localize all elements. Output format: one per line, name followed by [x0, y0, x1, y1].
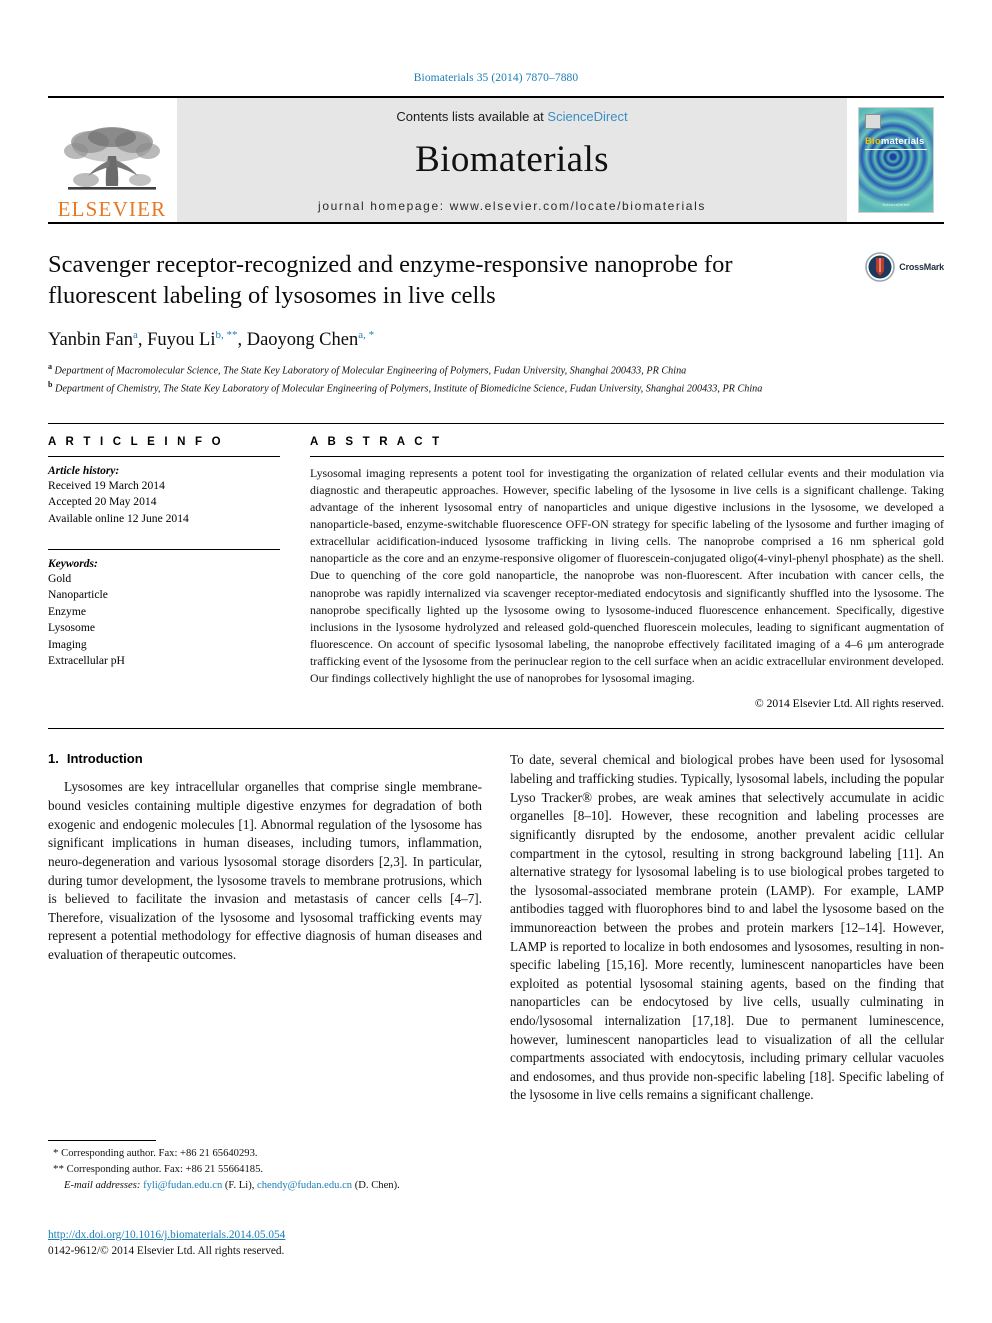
affiliation-b-mark: b — [48, 379, 53, 389]
contents-available-line: Contents lists available at ScienceDirec… — [396, 109, 627, 124]
affiliation-b-text: Department of Chemistry, The State Key L… — [55, 383, 763, 395]
journal-homepage-line[interactable]: journal homepage: www.elsevier.com/locat… — [318, 199, 706, 213]
cover-title-bio: Bio — [865, 136, 881, 147]
body-column-right: To date, several chemical and biological… — [510, 751, 944, 1105]
body-paragraph-2: To date, several chemical and biological… — [510, 752, 944, 1103]
footnote-corresponding-2: ** Corresponding author. Fax: +86 21 556… — [48, 1162, 478, 1178]
keywords-label: Keywords: — [48, 557, 98, 570]
elsevier-wordmark: ELSEVIER — [57, 197, 167, 221]
author-list: Yanbin Fana, Fuyou Lib, **, Daoyong Chen… — [48, 328, 375, 350]
footnote-corresponding-1: * Corresponding author. Fax: +86 21 6564… — [48, 1146, 478, 1162]
section-heading-introduction: 1. Introduction — [48, 751, 482, 766]
journal-cover-image: Biomaterials ScienceDirect — [858, 107, 934, 213]
body-columns: 1. Introduction Lysosomes are key intrace… — [48, 751, 944, 1105]
issn-copyright-line: 0142-9612/© 2014 Elsevier Ltd. All right… — [48, 1244, 285, 1257]
section-number: 1. — [48, 751, 59, 767]
article-title: Scavenger receptor-recognized and enzyme… — [48, 251, 733, 309]
cover-title: Biomaterials — [865, 136, 924, 147]
contents-prefix: Contents lists available at — [396, 108, 548, 124]
affiliation-list: a Department of Macromolecular Science, … — [48, 361, 944, 397]
keyword-item: Extracellular pH — [48, 654, 125, 668]
article-history-label: Article history: — [48, 464, 120, 477]
abstract-copyright: © 2014 Elsevier Ltd. All rights reserved… — [754, 697, 944, 711]
journal-cover-thumbnail: Biomaterials ScienceDirect — [848, 98, 944, 222]
keyword-item: Lysosome — [48, 621, 96, 635]
elsevier-tree-icon — [64, 127, 160, 190]
email-owner-2: (D. Chen). — [354, 1179, 400, 1191]
abstract-column: A B S T R A C T Lysosomal imaging repres… — [310, 435, 944, 711]
keyword-item: Gold — [48, 571, 72, 585]
section-title: Introduction — [66, 751, 143, 767]
author-3-name: Daoyong Chen — [246, 329, 359, 350]
keywords-rule — [48, 548, 280, 550]
cover-rule — [865, 149, 927, 150]
body-column-left: 1. Introduction Lysosomes are key intrace… — [48, 751, 482, 1105]
article-info-rule-top — [48, 455, 280, 457]
title-block: Scavenger receptor-recognized and enzyme… — [48, 250, 944, 397]
sciencedirect-link[interactable]: ScienceDirect — [547, 109, 627, 124]
doi-link[interactable]: http://dx.doi.org/10.1016/j.biomaterials… — [48, 1228, 478, 1244]
email-owner-1: (F. Li), — [224, 1179, 255, 1191]
history-accepted: Accepted 20 May 2014 — [48, 495, 157, 509]
author-2-marks[interactable]: b, ** — [215, 329, 237, 341]
affiliation-a-text: Department of Macromolecular Science, Th… — [54, 365, 687, 377]
crossmark-icon — [865, 252, 896, 282]
cover-title-rest: materials — [880, 136, 925, 147]
running-head: Biomaterials 35 (2014) 7870–7880 — [413, 72, 579, 84]
keyword-item: Enzyme — [48, 604, 86, 618]
footnote-marker-single-star: * — [53, 1147, 59, 1159]
author-2-name: Fuyou Li — [147, 329, 216, 350]
footnote-block: * Corresponding author. Fax: +86 21 6564… — [48, 1140, 478, 1193]
crossmark-badge[interactable]: CrossMark — [865, 252, 944, 282]
cover-footer-text: ScienceDirect — [882, 202, 910, 207]
history-online: Available online 12 June 2014 — [48, 511, 189, 525]
author-1-marks[interactable]: a — [133, 329, 138, 341]
affiliation-a: a Department of Macromolecular Science, … — [48, 361, 944, 379]
journal-title: Biomaterials — [415, 138, 609, 180]
abstract-rule-top — [310, 455, 944, 457]
crossmark-label: CrossMark — [899, 262, 944, 272]
footnote-corresponding-2-text: Corresponding author. Fax: +86 21 556641… — [66, 1163, 264, 1175]
email-link-2[interactable]: chendy@fudan.edu.cn — [257, 1180, 352, 1191]
email-addresses-label: E-mail addresses: — [64, 1179, 141, 1191]
journal-masthead: ELSEVIER Contents lists available at Sci… — [48, 96, 944, 224]
footnote-marker-double-star: ** — [53, 1162, 64, 1175]
abstract-bottom-rule — [48, 728, 944, 730]
keyword-item: Nanoparticle — [48, 588, 108, 602]
masthead-center: Contents lists available at ScienceDirec… — [176, 98, 848, 222]
footnote-rule — [48, 1140, 156, 1141]
elsevier-logo: ELSEVIER — [48, 98, 176, 222]
footer-doi-block: http://dx.doi.org/10.1016/j.biomaterials… — [48, 1228, 478, 1260]
article-info-column: A R T I C L E I N F O Article history: R… — [48, 436, 280, 711]
abstract-heading: A B S T R A C T — [310, 435, 443, 448]
affiliation-a-mark: a — [48, 361, 52, 371]
history-received: Received 19 March 2014 — [48, 478, 165, 492]
footnote-emails: E-mail addresses: fyli@fudan.edu.cn (F. … — [48, 1178, 478, 1193]
footnote-corresponding-1-text: Corresponding author. Fax: +86 21 656402… — [61, 1148, 258, 1159]
email-link-1[interactable]: fyli@fudan.edu.cn — [143, 1180, 222, 1191]
abstract-text: Lysosomal imaging represents a potent to… — [310, 465, 944, 686]
journal-article-page: Biomaterials 35 (2014) 7870–7880 ELSEVIE… — [0, 0, 992, 1323]
keyword-item: Imaging — [48, 637, 87, 651]
affiliation-b: b Department of Chemistry, The State Key… — [48, 379, 944, 397]
article-info-heading: A R T I C L E I N F O — [48, 435, 224, 448]
body-paragraph-1: Lysosomes are key intracellular organell… — [48, 779, 482, 962]
author-1-name: Yanbin Fan — [48, 329, 133, 350]
author-3-marks[interactable]: a, * — [358, 329, 374, 341]
cover-badge-icon — [865, 114, 881, 129]
article-history-list: Received 19 March 2014 Accepted 20 May 2… — [48, 478, 280, 527]
info-abstract-region: A R T I C L E I N F O Article history: R… — [48, 422, 944, 711]
keyword-list: Gold Nanoparticle Enzyme Lysosome Imagin… — [48, 571, 280, 670]
